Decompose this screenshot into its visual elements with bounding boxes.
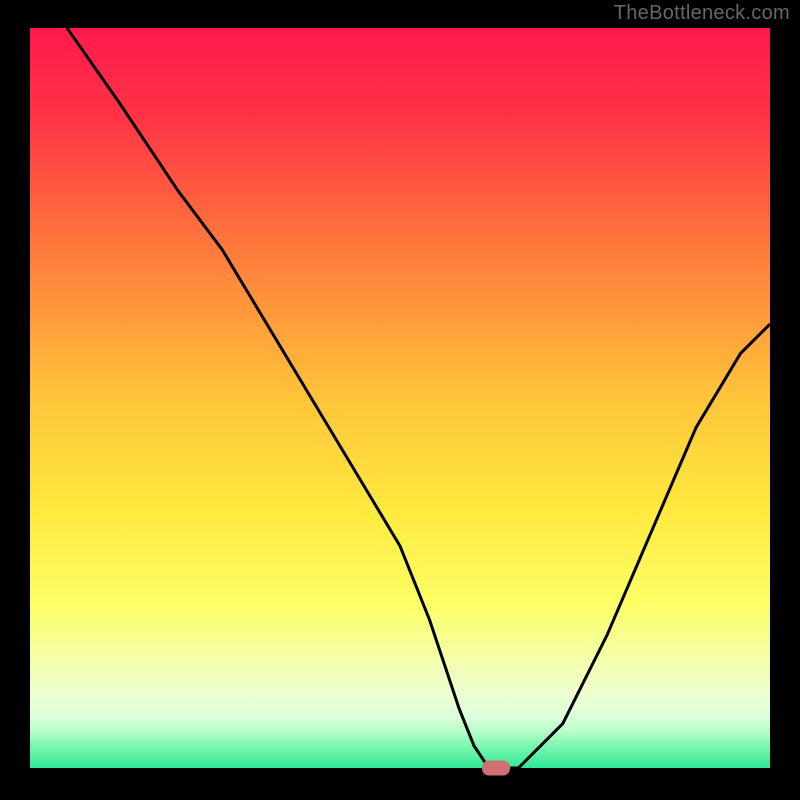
plot-svg (30, 28, 770, 768)
attribution-watermark: TheBottleneck.com (614, 2, 790, 25)
optimum-marker (482, 761, 510, 776)
chart-frame: TheBottleneck.com (0, 0, 800, 800)
gradient-background (30, 28, 770, 768)
plot-area (30, 28, 770, 768)
